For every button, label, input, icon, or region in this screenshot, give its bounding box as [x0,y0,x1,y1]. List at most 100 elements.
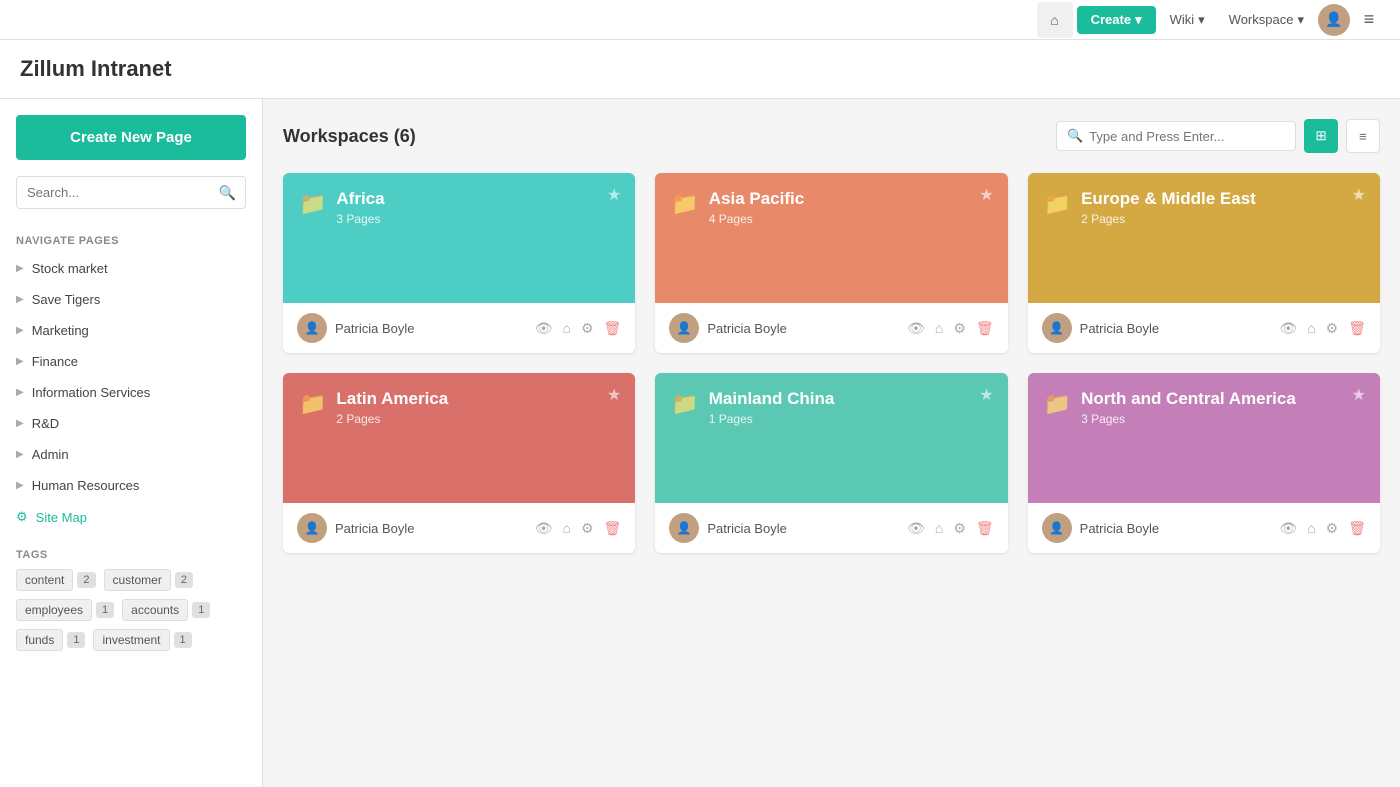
create-label: Create [1091,12,1131,27]
delete-icon[interactable]: 🗑 [604,320,622,337]
sidebar-nav-item[interactable]: ▶Save Tigers [0,284,262,315]
menu-icon[interactable]: ≡ [1354,5,1384,35]
workspace-name: Latin America [336,389,448,409]
home-ws-icon[interactable]: ⌂ [935,320,943,336]
nav-arrow-icon: ▶ [16,294,24,305]
top-navigation: ⌂ Create ▾ Wiki ▾ Workspace ▾ 👤 ≡ [0,0,1400,40]
workspace-chevron-icon: ▾ [1297,12,1304,28]
delete-icon[interactable]: 🗑 [976,520,994,537]
tag-name[interactable]: content [16,569,73,591]
tag-name[interactable]: investment [93,629,169,651]
workspace-label: Workspace [1229,12,1294,27]
workspace-card-banner: 📁 Asia Pacific 4 Pages ★ [655,173,1007,303]
nav-item-label: R&D [32,416,59,431]
wiki-chevron-icon: ▾ [1198,12,1205,28]
sidebar-nav-item[interactable]: ▶Human Resources [0,470,262,501]
settings-icon[interactable]: ⚙ [1326,320,1339,337]
home-button[interactable]: ⌂ [1037,2,1073,38]
workspace-info: Africa 3 Pages [336,189,384,226]
workspaces-controls: 🔍 ⊞ ≡ [1056,119,1380,153]
workspace-actions: 👁 ⌂ ⚙ 🗑 [535,520,622,537]
delete-icon[interactable]: 🗑 [976,320,994,337]
settings-icon[interactable]: ⚙ [953,520,966,537]
view-icon[interactable]: 👁 [535,520,553,537]
tag-name[interactable]: employees [16,599,92,621]
workspace-author: Patricia Boyle [707,521,786,536]
workspace-card: 📁 Asia Pacific 4 Pages ★ 👤 Patricia Boyl… [655,173,1007,353]
sidebar-search-container: 🔍 [16,176,246,209]
folder-icon: 📁 [299,391,326,417]
workspace-pages: 1 Pages [709,412,835,426]
nav-item-label: Marketing [32,323,89,338]
settings-icon[interactable]: ⚙ [1326,520,1339,537]
star-icon[interactable]: ★ [979,385,993,405]
folder-icon: 📁 [671,391,698,417]
star-icon[interactable]: ★ [1352,185,1366,205]
main-layout: Create New Page 🔍 NAVIGATE PAGES ▶Stock … [0,99,1400,787]
sidebar-nav-item[interactable]: ▶Marketing [0,315,262,346]
create-button[interactable]: Create ▾ [1077,6,1156,34]
workspace-nav[interactable]: Workspace ▾ [1219,6,1314,34]
home-ws-icon[interactable]: ⌂ [563,520,571,536]
workspace-name: Africa [336,189,384,209]
workspace-search-box: 🔍 [1056,121,1296,151]
view-icon[interactable]: 👁 [1279,320,1297,337]
sidebar-nav-item[interactable]: ▶Stock market [0,253,262,284]
sidebar-nav-item[interactable]: ▶Information Services [0,377,262,408]
home-ws-icon[interactable]: ⌂ [1307,320,1315,336]
tag-count: 1 [67,632,85,648]
home-ws-icon[interactable]: ⌂ [935,520,943,536]
grid-view-button[interactable]: ⊞ [1304,119,1338,153]
workspace-card-banner: 📁 North and Central America 3 Pages ★ [1028,373,1380,503]
home-ws-icon[interactable]: ⌂ [1307,520,1315,536]
settings-icon[interactable]: ⚙ [581,320,594,337]
tag-name[interactable]: accounts [122,599,188,621]
workspace-name: Mainland China [709,389,835,409]
list-view-button[interactable]: ≡ [1346,119,1380,153]
view-icon[interactable]: 👁 [535,320,553,337]
star-icon[interactable]: ★ [979,185,993,205]
sidebar-nav-item[interactable]: ▶Finance [0,346,262,377]
user-avatar[interactable]: 👤 [1318,4,1350,36]
sidebar-nav-item[interactable]: ▶R&D [0,408,262,439]
tag-name[interactable]: funds [16,629,63,651]
settings-icon[interactable]: ⚙ [581,520,594,537]
folder-icon: 📁 [1044,391,1071,417]
delete-icon[interactable]: 🗑 [1348,520,1366,537]
workspace-author: Patricia Boyle [1080,321,1159,336]
workspace-search-icon: 🔍 [1067,128,1083,144]
tag-item: investment 1 [93,629,191,651]
workspace-actions: 👁 ⌂ ⚙ 🗑 [907,520,994,537]
tag-count: 2 [175,572,193,588]
star-icon[interactable]: ★ [607,185,621,205]
view-icon[interactable]: 👁 [907,320,925,337]
avatar: 👤 [669,513,699,543]
sidebar-nav-items: ▶Stock market▶Save Tigers▶Marketing▶Fina… [0,253,262,501]
view-icon[interactable]: 👁 [1279,520,1297,537]
sitemap-link[interactable]: ⚙ Site Map [0,501,262,533]
workspace-info: Asia Pacific 4 Pages [709,189,804,226]
delete-icon[interactable]: 🗑 [1348,320,1366,337]
sidebar-nav-item[interactable]: ▶Admin [0,439,262,470]
workspace-user-info: 👤 Patricia Boyle [669,513,786,543]
star-icon[interactable]: ★ [607,385,621,405]
workspace-user-info: 👤 Patricia Boyle [1042,513,1159,543]
sidebar-search-input[interactable] [16,176,246,209]
tag-name[interactable]: customer [104,569,171,591]
star-icon[interactable]: ★ [1352,385,1366,405]
settings-icon[interactable]: ⚙ [953,320,966,337]
tag-count: 2 [77,572,95,588]
workspace-card: 📁 Europe & Middle East 2 Pages ★ 👤 Patri… [1028,173,1380,353]
nav-item-label: Admin [32,447,69,462]
workspace-search-input[interactable] [1089,129,1285,144]
workspace-user-info: 👤 Patricia Boyle [297,313,414,343]
sidebar: Create New Page 🔍 NAVIGATE PAGES ▶Stock … [0,99,263,787]
tags-container: content2customer2employees1accounts1fund… [0,569,262,651]
tag-count: 1 [174,632,192,648]
wiki-nav[interactable]: Wiki ▾ [1160,6,1215,34]
create-new-page-button[interactable]: Create New Page [16,115,246,160]
view-icon[interactable]: 👁 [907,520,925,537]
workspace-card-banner: 📁 Mainland China 1 Pages ★ [655,373,1007,503]
home-ws-icon[interactable]: ⌂ [563,320,571,336]
delete-icon[interactable]: 🗑 [604,520,622,537]
